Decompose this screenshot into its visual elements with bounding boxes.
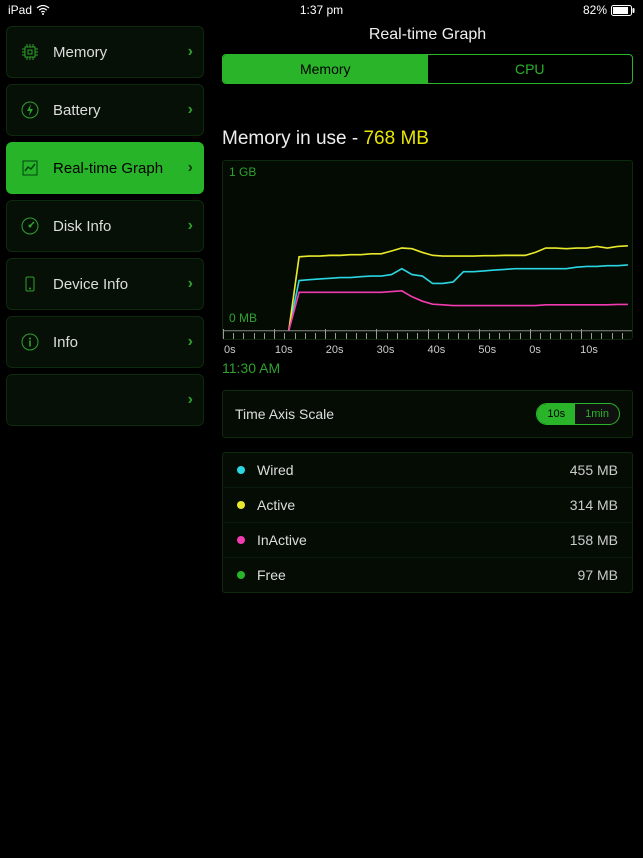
- wifi-icon: [36, 5, 50, 15]
- sidebar-item-extra[interactable]: ›: [6, 374, 204, 426]
- chevron-right-icon: ›: [188, 217, 193, 235]
- chevron-right-icon: ›: [188, 333, 193, 351]
- legend-dot: [237, 501, 245, 509]
- legend-row: Free97 MB: [223, 557, 632, 592]
- chip-icon: [19, 42, 41, 62]
- info-icon: [19, 332, 41, 352]
- clock: 1:37 pm: [300, 3, 343, 17]
- sidebar-item-label: Real-time Graph: [53, 160, 188, 177]
- gauge-icon: [19, 216, 41, 236]
- sidebar-item-label: Memory: [53, 44, 188, 61]
- sidebar-item-battery[interactable]: Battery ›: [6, 84, 204, 136]
- realtime-chart: 1 GB 0 MB: [222, 160, 633, 340]
- legend-name: InActive: [257, 532, 570, 548]
- sidebar-item-label: Info: [53, 334, 188, 351]
- legend-row: InActive158 MB: [223, 522, 632, 557]
- bolt-icon: [19, 100, 41, 120]
- time-scale-label: Time Axis Scale: [235, 406, 334, 422]
- scale-option-10s[interactable]: 10s: [537, 404, 575, 424]
- battery-pct: 82%: [583, 3, 607, 17]
- x-axis-labels: 0s10s20s30s40s50s0s10s: [222, 344, 633, 356]
- memory-label: Memory in use -: [222, 128, 363, 149]
- sidebar-item-label: Device Info: [53, 276, 188, 293]
- sidebar-item-realtime-graph[interactable]: Real-time Graph ›: [6, 142, 204, 194]
- chevron-right-icon: ›: [188, 101, 193, 119]
- sidebar-item-memory[interactable]: Memory ›: [6, 26, 204, 78]
- chevron-right-icon: ›: [188, 159, 193, 177]
- page-title: Real-time Graph: [222, 20, 633, 54]
- sidebar-item-label: Battery: [53, 102, 188, 119]
- scale-option-1min[interactable]: 1min: [575, 404, 619, 424]
- segmented-control: Memory CPU: [222, 54, 633, 84]
- time-scale-panel: Time Axis Scale 10s 1min: [222, 390, 633, 438]
- legend-name: Active: [257, 497, 570, 513]
- sidebar-item-disk-info[interactable]: Disk Info ›: [6, 200, 204, 252]
- legend-dot: [237, 536, 245, 544]
- legend-dot: [237, 466, 245, 474]
- tab-cpu[interactable]: CPU: [428, 55, 633, 83]
- legend-name: Free: [257, 567, 578, 583]
- legend-name: Wired: [257, 462, 570, 478]
- chevron-right-icon: ›: [188, 43, 193, 61]
- memory-in-use: Memory in use - 768 MB: [222, 128, 633, 150]
- sidebar-item-info[interactable]: Info ›: [6, 316, 204, 368]
- graph-icon: [19, 158, 41, 178]
- status-bar: iPad 1:37 pm 82%: [0, 0, 643, 20]
- legend-row: Active314 MB: [223, 487, 632, 522]
- chevron-right-icon: ›: [188, 391, 193, 409]
- legend-dot: [237, 571, 245, 579]
- sidebar-item-label: Disk Info: [53, 218, 188, 235]
- chart-time-label: 11:30 AM: [222, 360, 633, 376]
- memory-value: 768 MB: [363, 128, 428, 149]
- legend-value: 455 MB: [570, 462, 618, 478]
- tab-memory[interactable]: Memory: [223, 55, 428, 83]
- device-icon: [19, 274, 41, 294]
- main-pane: Real-time Graph Memory CPU Memory in use…: [210, 20, 643, 858]
- chevron-right-icon: ›: [188, 275, 193, 293]
- sidebar-item-device-info[interactable]: Device Info ›: [6, 258, 204, 310]
- legend-panel: Wired455 MBActive314 MBInActive158 MBFre…: [222, 452, 633, 593]
- sidebar: Memory › Battery › Real-time Graph › Dis…: [0, 20, 210, 858]
- legend-value: 97 MB: [578, 567, 618, 583]
- legend-value: 158 MB: [570, 532, 618, 548]
- legend-value: 314 MB: [570, 497, 618, 513]
- battery-icon: [611, 5, 635, 16]
- time-scale-toggle: 10s 1min: [536, 403, 620, 425]
- legend-row: Wired455 MB: [223, 453, 632, 487]
- device-label: iPad: [8, 3, 32, 17]
